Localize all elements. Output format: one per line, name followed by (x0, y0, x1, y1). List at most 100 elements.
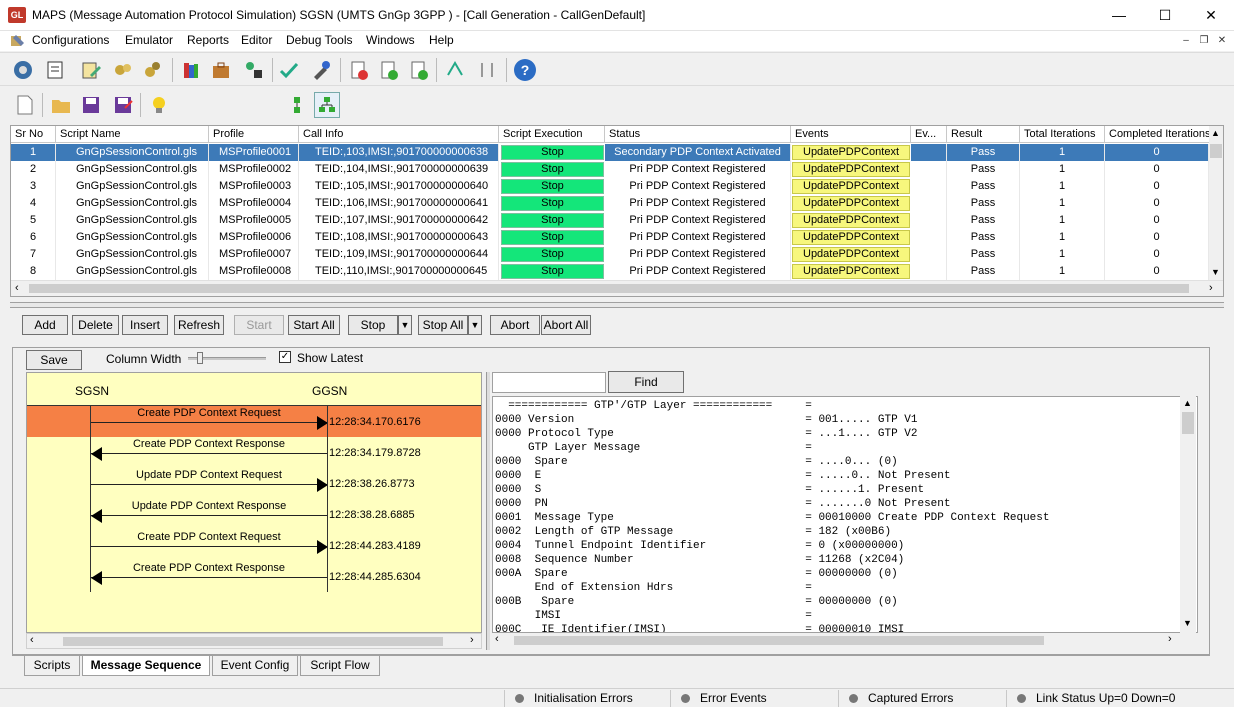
edit-script-icon[interactable] (78, 57, 104, 83)
help-icon[interactable]: ? (512, 57, 538, 83)
stop-all-dropdown-icon[interactable]: ▼ (468, 315, 482, 335)
event-update-pdp-button[interactable]: UpdatePDPContext (792, 196, 910, 211)
col-script-name[interactable]: Script Name (56, 126, 209, 143)
decode-icon[interactable] (346, 57, 372, 83)
check-edit-icon[interactable] (276, 57, 302, 83)
briefcase-icon[interactable] (208, 57, 234, 83)
menu-reports[interactable]: Reports (187, 33, 229, 47)
menu-configurations[interactable]: Configurations (32, 33, 109, 47)
scroll-thumb[interactable] (1210, 144, 1222, 158)
close-icon[interactable]: ✕ (1188, 0, 1234, 31)
column-width-slider[interactable] (188, 352, 266, 364)
add-button[interactable]: Add (22, 315, 68, 335)
mdi-close-icon[interactable]: ✕ (1214, 33, 1230, 48)
sequence-message[interactable]: Create PDP Context Response 12:28:34.179.… (27, 437, 481, 468)
lightbulb-icon[interactable] (146, 92, 172, 118)
status-init-errors[interactable]: Initialisation Errors (504, 690, 666, 707)
table-row[interactable]: 1 GnGpSessionControl.gls MSProfile0001 TEID… (11, 144, 1209, 161)
col-call-info[interactable]: Call Info (299, 126, 499, 143)
hscroll-thumb[interactable] (29, 284, 1189, 293)
col-total-iterations[interactable]: Total Iterations (1020, 126, 1105, 143)
grid-horizontal-scrollbar[interactable]: ‹ › (11, 280, 1223, 296)
menu-windows[interactable]: Windows (366, 33, 415, 47)
scroll-up-icon[interactable]: ▲ (1183, 398, 1192, 408)
table-row[interactable]: 4 GnGpSessionControl.gls MSProfile0004 TEID… (11, 195, 1209, 212)
scroll-down-icon[interactable]: ▼ (1183, 618, 1192, 628)
save-button[interactable]: Save (26, 350, 82, 370)
event-update-pdp-button[interactable]: UpdatePDPContext (792, 162, 910, 177)
table-row[interactable]: 8 GnGpSessionControl.gls MSProfile0008 TEID… (11, 263, 1209, 280)
table-row[interactable]: 3 GnGpSessionControl.gls MSProfile0003 TEID… (11, 178, 1209, 195)
gear-icon[interactable] (10, 57, 36, 83)
detail-horizontal-scrollbar[interactable]: ‹ › (492, 633, 1182, 649)
table-row[interactable]: 6 GnGpSessionControl.gls MSProfile0006 TEID… (11, 229, 1209, 246)
settings-icon[interactable] (140, 57, 166, 83)
script-list-icon[interactable] (42, 57, 68, 83)
col-script-execution[interactable]: Script Execution (499, 126, 605, 143)
show-latest-checkbox[interactable]: ✓ (279, 351, 291, 363)
profile-books-icon[interactable] (178, 57, 204, 83)
stop-all-button[interactable]: Stop All (418, 315, 468, 335)
sequence-message[interactable]: Create PDP Context Response 12:28:44.285.… (27, 561, 481, 592)
col-sr-no[interactable]: Sr No (11, 126, 56, 143)
capture-icon[interactable] (376, 57, 402, 83)
tab-message-sequence[interactable]: Message Sequence (82, 656, 210, 676)
menu-debug-tools[interactable]: Debug Tools (286, 33, 353, 47)
stop-execution-button[interactable]: Stop (501, 213, 604, 228)
insert-button[interactable]: Insert (122, 315, 168, 335)
tab-script-flow[interactable]: Script Flow (300, 656, 380, 676)
security-icon[interactable] (240, 57, 266, 83)
stop-execution-button[interactable]: Stop (501, 230, 604, 245)
status-captured-errors[interactable]: Captured Errors (838, 690, 1004, 707)
menu-emulator[interactable]: Emulator (125, 33, 173, 47)
decode-detail-view[interactable]: ============ GTP'/GTP Layer ============… (492, 396, 1198, 633)
event-update-pdp-button[interactable]: UpdatePDPContext (792, 247, 910, 262)
col-events[interactable]: Events (791, 126, 911, 143)
tools-icon[interactable] (110, 57, 136, 83)
sequence-horizontal-scrollbar[interactable]: ‹ › (26, 633, 482, 649)
scroll-right-icon[interactable]: › (1168, 633, 1172, 645)
abort-button[interactable]: Abort (490, 315, 540, 335)
maximize-icon[interactable]: ☐ (1142, 0, 1188, 31)
table-row[interactable]: 5 GnGpSessionControl.gls MSProfile0005 TEID… (11, 212, 1209, 229)
app-menu-icon[interactable] (10, 33, 26, 49)
link-connect-icon[interactable] (442, 57, 468, 83)
stop-dropdown-icon[interactable]: ▼ (398, 315, 412, 335)
col-completed-iterations[interactable]: Completed Iterations (1105, 126, 1215, 143)
stop-execution-button[interactable]: Stop (501, 196, 604, 211)
save-icon[interactable] (78, 92, 104, 118)
mdi-minimize-icon[interactable]: – (1178, 33, 1194, 48)
open-folder-icon[interactable] (48, 92, 74, 118)
event-update-pdp-button[interactable]: UpdatePDPContext (792, 230, 910, 245)
detail-vertical-scrollbar[interactable]: ▲ ▼ (1180, 396, 1196, 633)
hscroll-thumb[interactable] (63, 637, 443, 646)
table-row[interactable]: 7 GnGpSessionControl.gls MSProfile0007 TEID… (11, 246, 1209, 263)
col-result[interactable]: Result (947, 126, 1020, 143)
stop-execution-button[interactable]: Stop (501, 247, 604, 262)
col-ev[interactable]: Ev... (911, 126, 947, 143)
start-all-button[interactable]: Start All (288, 315, 340, 335)
tree-layout-icon[interactable] (314, 92, 340, 118)
find-button[interactable]: Find (608, 371, 684, 393)
scroll-left-icon[interactable]: ‹ (30, 634, 34, 646)
tab-event-config[interactable]: Event Config (212, 656, 298, 676)
scroll-left-icon[interactable]: ‹ (15, 282, 19, 294)
sequence-message[interactable]: Create PDP Context Request 12:28:44.283.4… (27, 530, 481, 561)
find-input[interactable] (492, 372, 606, 393)
delete-button[interactable]: Delete (72, 315, 119, 335)
scroll-down-icon[interactable]: ▼ (1211, 267, 1220, 277)
wrench-icon[interactable] (308, 57, 334, 83)
sequence-message[interactable]: Create PDP Context Request 12:28:34.170.6… (27, 406, 481, 437)
menu-help[interactable]: Help (429, 33, 454, 47)
hscroll-thumb[interactable] (514, 636, 1044, 645)
scroll-right-icon[interactable]: › (470, 634, 474, 646)
stop-execution-button[interactable]: Stop (501, 179, 604, 194)
sequence-message[interactable]: Update PDP Context Response 12:28:38.28.6… (27, 499, 481, 530)
refresh-button[interactable]: Refresh (174, 315, 224, 335)
sequence-message[interactable]: Update PDP Context Request 12:28:38.26.87… (27, 468, 481, 499)
tab-scripts[interactable]: Scripts (24, 656, 80, 676)
event-update-pdp-button[interactable]: UpdatePDPContext (792, 145, 910, 160)
stop-execution-button[interactable]: Stop (501, 145, 604, 160)
vertical-layout-icon[interactable] (284, 92, 310, 118)
scroll-right-icon[interactable]: › (1209, 282, 1213, 294)
